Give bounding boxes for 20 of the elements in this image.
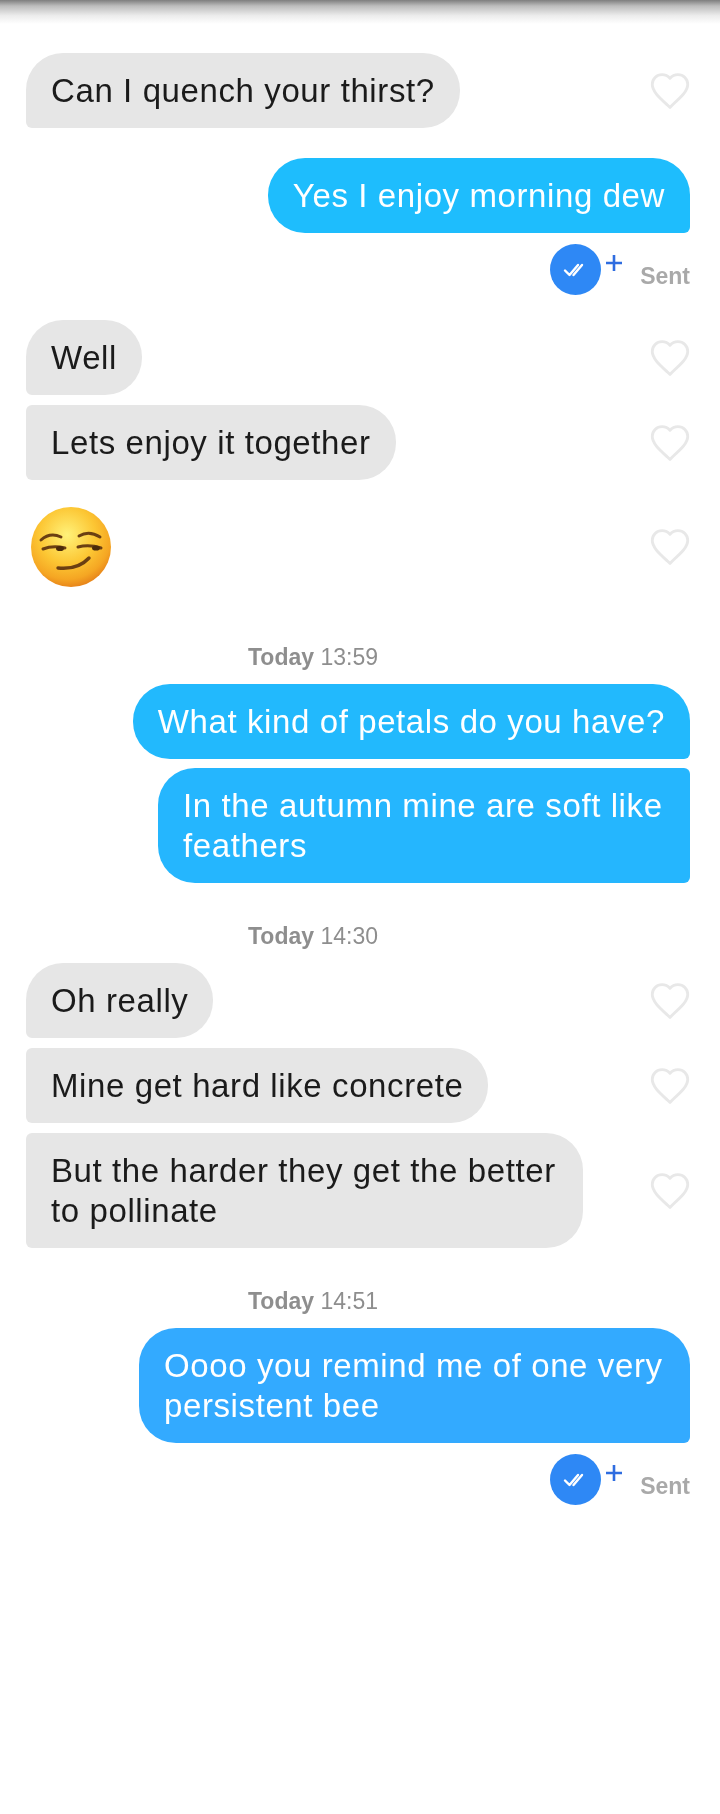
sent-message: Yes I enjoy morning dew [267, 158, 690, 233]
smirking-face-icon [31, 507, 111, 587]
received-message: Lets enjoy it together [26, 405, 396, 480]
delivery-status: Sent [640, 261, 690, 290]
double-check-icon [550, 244, 602, 295]
received-message: Mine get hard like concrete [26, 1048, 489, 1123]
received-message: Can I quench your thirst? [26, 53, 460, 128]
sent-message: Oooo you remind me of one very persistent bee [139, 1328, 690, 1443]
received-message: Well [26, 320, 142, 395]
sent-message: In the autumn mine are soft like feathers [158, 768, 690, 883]
timestamp: Today 14:51 [248, 1288, 378, 1314]
double-check-icon [550, 1454, 602, 1505]
plus-icon[interactable] [606, 255, 623, 271]
received-message: But the harder they get the better to pollinate [26, 1133, 583, 1248]
sent-message: What kind of petals do you have? [132, 684, 690, 759]
delivery-status: Sent [640, 1471, 690, 1500]
plus-icon[interactable] [606, 1465, 623, 1481]
received-message: Oh really [26, 963, 214, 1038]
timestamp: Today 13:59 [248, 644, 378, 670]
timestamp: Today 14:30 [248, 923, 378, 949]
